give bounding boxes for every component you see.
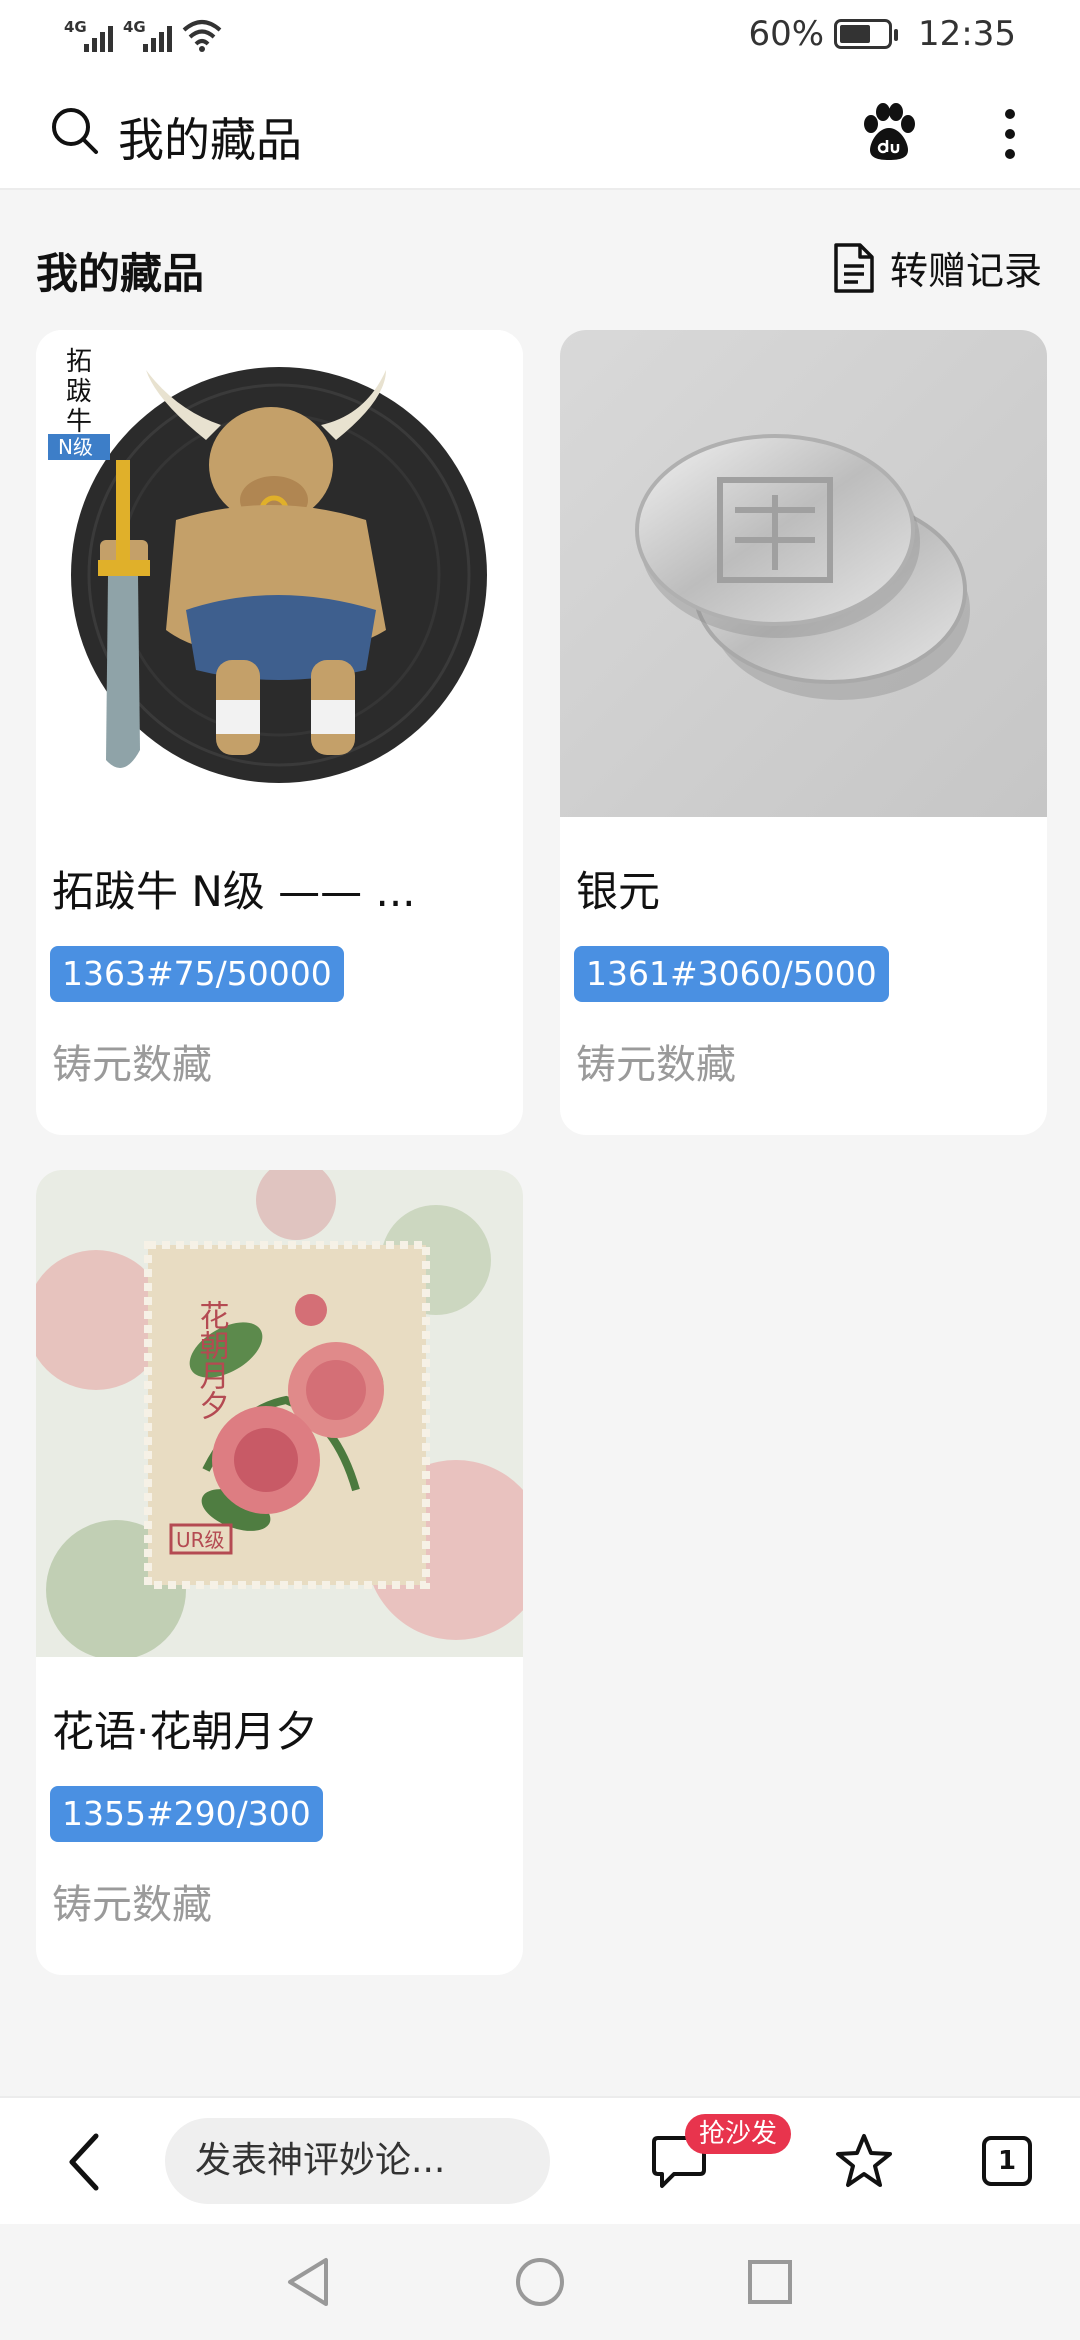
signal-indicators: 4G 4G (64, 18, 222, 52)
serial-badge: 1361#3060/5000 (574, 946, 889, 1002)
art-grade-badge: N级 (58, 435, 93, 459)
nav-recents-icon[interactable] (742, 2254, 798, 2310)
issuer-label: 铸元数藏 (52, 1882, 212, 1928)
comment-input[interactable]: 发表神评妙论... (165, 2118, 550, 2204)
top-bar: 我的藏品 (0, 76, 1080, 190)
nav-back-icon[interactable] (282, 2254, 338, 2310)
battery-percent: 60% (748, 14, 825, 54)
bottom-toolbar: 发表神评妙论... 抢沙发 1 (0, 2096, 1080, 2224)
page-title[interactable]: 我的藏品 (118, 104, 302, 170)
collectible-card[interactable]: 银元 1361#3060/5000 铸元数藏 (560, 330, 1047, 1135)
collectible-image-flower-stamp: 花朝月夕 UR级 (36, 1170, 523, 1657)
star-icon[interactable] (834, 2132, 894, 2190)
document-icon (834, 242, 874, 293)
battery-icon (834, 19, 899, 49)
system-nav-bar (0, 2224, 1080, 2340)
collectible-title: 拓跋牛 N级 —— ... (52, 867, 416, 916)
clock: 12:35 (918, 14, 1016, 54)
issuer-label: 铸元数藏 (52, 1042, 212, 1088)
sofa-badge[interactable]: 抢沙发 (685, 2114, 792, 2154)
nav-home-icon[interactable] (512, 2254, 568, 2310)
art-grade-badge: UR级 (176, 1528, 225, 1552)
art-text-1: 花朝月夕 (194, 1300, 230, 1420)
more-options-icon[interactable] (995, 106, 1025, 162)
collectible-image-bull: 拓 跋 牛 N级 (36, 330, 523, 817)
network-type-1: 4G (64, 18, 87, 36)
collectible-title: 银元 (576, 867, 661, 916)
status-right: 60% 12:35 (748, 14, 1016, 54)
network-type-2: 4G (123, 18, 146, 36)
serial-badge: 1363#75/50000 (50, 946, 344, 1002)
status-bar: 4G 4G 60% 12:35 (0, 0, 1080, 76)
issuer-label: 铸元数藏 (576, 1042, 736, 1088)
serial-badge: 1355#290/300 (50, 1786, 323, 1842)
transfer-records-button[interactable]: 转赠记录 (832, 240, 1042, 295)
collectible-image-silver-coin (560, 330, 1047, 817)
signal-icon: 4G (64, 18, 113, 52)
art-text-2: 跋 (66, 377, 92, 407)
collectible-card[interactable]: 拓 跋 牛 N级 拓跋牛 N级 —— ... 1363#75/50000 铸元数… (36, 330, 523, 1135)
wifi-icon (182, 20, 222, 52)
baidu-paw-icon[interactable] (860, 102, 918, 162)
section-title: 我的藏品 (36, 249, 205, 298)
collectible-card[interactable]: 花朝月夕 UR级 花语·花朝月夕 1355#290/300 铸元数藏 (36, 1170, 523, 1975)
transfer-records-label: 转赠记录 (889, 249, 1042, 293)
back-arrow-icon[interactable] (64, 2132, 104, 2192)
collectible-title: 花语·花朝月夕 (52, 1707, 318, 1756)
signal-icon: 4G (123, 18, 172, 52)
tabs-count-icon[interactable]: 1 (982, 2136, 1032, 2186)
search-icon[interactable] (50, 106, 100, 156)
art-text-3: 牛 (66, 407, 92, 437)
art-text-1: 拓 (66, 347, 92, 377)
